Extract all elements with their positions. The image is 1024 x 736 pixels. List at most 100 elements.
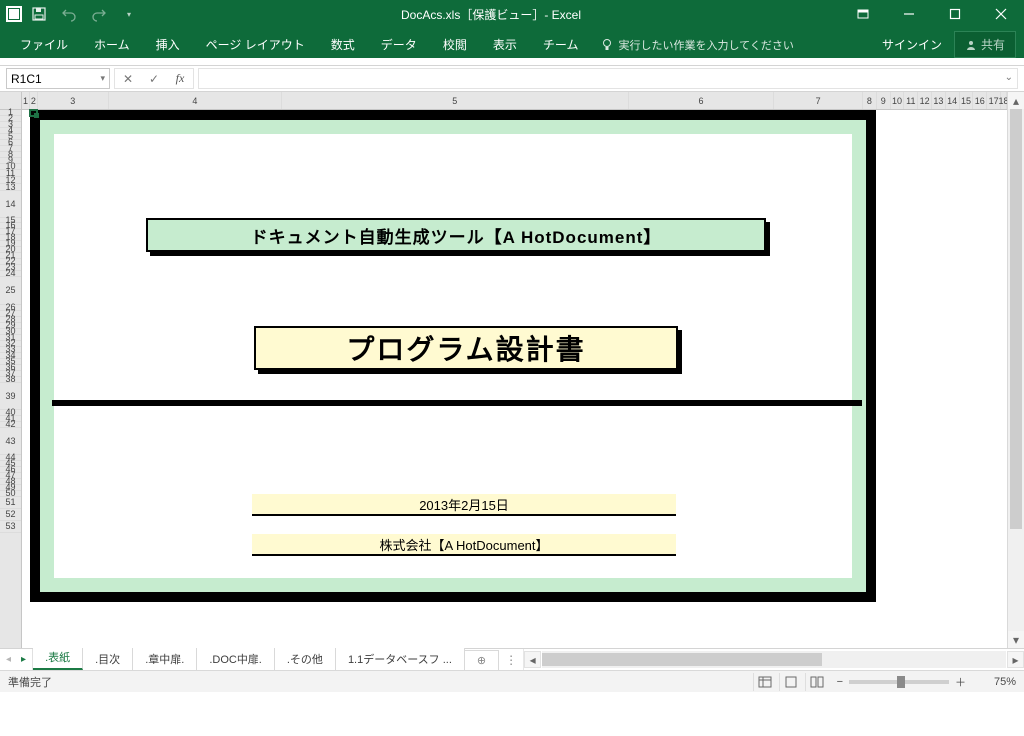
undo-button[interactable] [56,2,82,26]
main-title: プログラム設計書 [254,326,678,370]
column-header[interactable]: 18 [1001,92,1007,109]
row-header[interactable]: 43 [0,428,21,455]
column-header[interactable]: 13 [932,92,946,109]
sheet-tab-cover[interactable]: .表紙 [33,645,83,670]
tab-nav-first[interactable]: ◂ [6,654,11,665]
formula-input[interactable]: ⌄ [198,68,1018,89]
row-header[interactable]: 53 [0,521,21,533]
tab-insert[interactable]: 挿入 [144,30,192,58]
row-headers: 1234567891011121314151617181920212223242… [0,92,22,648]
row-header[interactable]: 14 [0,191,21,218]
window-title: DocAcs.xls［保護ビュー］- Excel [142,6,840,23]
column-header[interactable]: 1 [22,92,30,109]
hscroll-track[interactable] [542,651,1006,668]
sheet-tab-db[interactable]: 1.1データベースフ ... [336,647,465,670]
scroll-up-button[interactable]: ▴ [1008,92,1024,109]
date-field: 2013年2月15日 [252,494,676,516]
tab-nav-next[interactable]: ▸ [21,654,26,665]
column-header[interactable]: 3 [38,92,109,109]
lightbulb-icon [600,38,614,52]
normal-view-button[interactable] [753,673,777,691]
horizontal-scrollbar[interactable]: ◂ ▸ [523,649,1024,670]
zoom-out-button[interactable]: − [837,676,843,688]
formula-buttons: ✕ ✓ fx [114,68,194,89]
vertical-scrollbar[interactable]: ▴ ▾ [1007,92,1024,648]
column-header[interactable]: 8 [863,92,877,109]
row-header[interactable]: 39 [0,383,21,410]
row-header[interactable]: 52 [0,509,21,521]
sheet-tab-other[interactable]: .その他 [275,647,336,670]
tab-review[interactable]: 校閲 [431,30,479,58]
worksheet-area: 1234567891011121314151617181920212223242… [0,92,1024,648]
sheet-tab-overflow[interactable]: ⋮ [499,650,523,670]
column-header[interactable]: 4 [109,92,282,109]
column-header[interactable]: 11 [904,92,918,109]
column-header[interactable]: 16 [973,92,987,109]
ribbon-collapsed [0,58,1024,66]
column-header[interactable]: 15 [960,92,974,109]
column-header[interactable]: 14 [946,92,960,109]
sheet-tab-toc[interactable]: .目次 [83,647,133,670]
name-box-value: R1C1 [11,72,42,86]
column-header[interactable]: 12 [918,92,932,109]
tab-page-layout[interactable]: ページ レイアウト [194,30,317,58]
scroll-right-button[interactable]: ▸ [1007,651,1024,668]
expand-formula-bar[interactable]: ⌄ [1005,72,1013,83]
column-headers: 123456789101112131415161718 [22,92,1007,110]
tab-file[interactable]: ファイル [8,30,80,58]
tell-me[interactable]: 実行したい作業を入力してください [592,32,801,58]
row-header[interactable]: 13 [0,184,21,191]
column-header[interactable]: 5 [282,92,629,109]
name-box[interactable]: R1C1 ▾ [6,68,110,89]
cancel-formula-button[interactable]: ✕ [115,72,141,86]
grid[interactable]: 123456789101112131415161718 ドキュメント自動生成ツー… [22,92,1007,648]
tab-view[interactable]: 表示 [481,30,529,58]
share-button[interactable]: 共有 [954,31,1016,58]
save-button[interactable] [26,2,52,26]
new-sheet-button[interactable]: ⊕ [465,650,499,670]
row-header[interactable]: 25 [0,277,21,305]
tell-me-label: 実行したい作業を入力してください [618,37,793,53]
column-header[interactable]: 2 [30,92,38,109]
status-bar: 準備完了 − ＋ 75% [0,670,1024,692]
scroll-left-button[interactable]: ◂ [524,651,541,668]
vscroll-thumb[interactable] [1010,109,1022,529]
zoom-slider-thumb[interactable] [897,676,905,688]
column-header[interactable]: 9 [877,92,891,109]
row-header[interactable]: 51 [0,497,21,509]
tool-title: ドキュメント自動生成ツール【A HotDocument】 [146,218,766,252]
excel-icon [6,6,22,22]
chevron-down-icon: ▾ [100,73,105,84]
column-header[interactable]: 10 [891,92,905,109]
ribbon-tabs: ファイル ホーム 挿入 ページ レイアウト 数式 データ 校閲 表示 チーム 実… [0,28,1024,58]
maximize-button[interactable] [932,0,978,28]
column-header[interactable]: 6 [629,92,775,109]
qat-customize[interactable]: ▾ [116,2,142,26]
hscroll-thumb[interactable] [542,653,822,666]
quick-access-toolbar: ▾ [0,2,142,26]
zoom-in-button[interactable]: ＋ [955,674,966,690]
enter-formula-button[interactable]: ✓ [141,72,167,86]
tab-formulas[interactable]: 数式 [319,30,367,58]
scroll-down-button[interactable]: ▾ [1008,631,1024,648]
company-field: 株式会社【A HotDocument】 [252,534,676,556]
insert-function-button[interactable]: fx [167,71,193,86]
sheet-tab-doc[interactable]: .DOC中扉. [197,647,275,670]
cover-page-outer: ドキュメント自動生成ツール【A HotDocument】 プログラム設計書 20… [30,110,876,602]
column-header[interactable]: 7 [774,92,863,109]
ribbon-display-options[interactable] [840,0,886,28]
zoom-percentage[interactable]: 75% [972,676,1016,688]
page-layout-view-button[interactable] [779,673,803,691]
tab-home[interactable]: ホーム [82,30,142,58]
page-break-view-button[interactable] [805,673,829,691]
cells-canvas[interactable]: ドキュメント自動生成ツール【A HotDocument】 プログラム設計書 20… [22,110,1007,648]
redo-button[interactable] [86,2,112,26]
vscroll-track[interactable] [1008,109,1024,631]
zoom-slider[interactable] [849,680,949,684]
minimize-button[interactable] [886,0,932,28]
sheet-tab-chapter[interactable]: .章中扉. [133,647,197,670]
tab-team[interactable]: チーム [531,30,591,58]
close-button[interactable] [978,0,1024,28]
tab-data[interactable]: データ [369,30,429,58]
sign-in[interactable]: サインイン [872,31,952,58]
